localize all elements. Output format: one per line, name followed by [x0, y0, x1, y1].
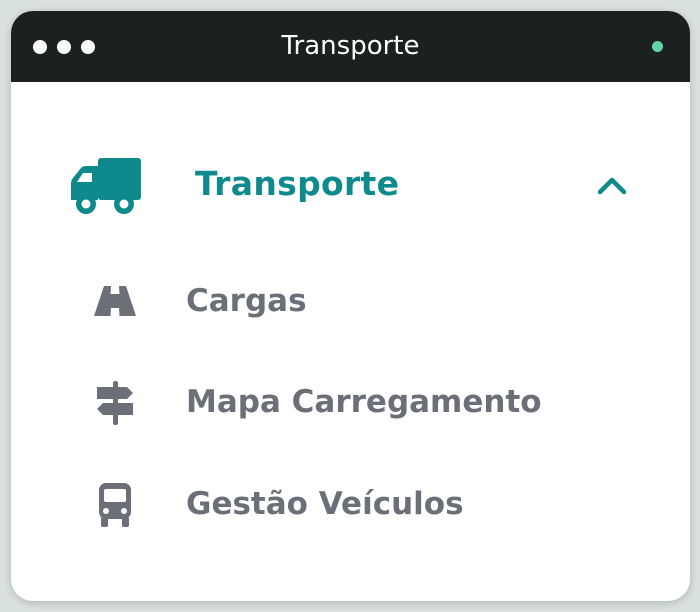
status-indicator: [652, 41, 663, 52]
menu-item-gestao-veiculos[interactable]: Gestão Veículos: [11, 468, 690, 538]
menu-item-label: Cargas: [186, 283, 307, 319]
menu-item-cargas[interactable]: Cargas: [11, 265, 690, 335]
app-window: Transporte Transporte Cargas Mapa Carreg…: [11, 11, 690, 601]
menu-item-label: Mapa Carregamento: [186, 384, 542, 420]
truck-icon: [71, 158, 141, 214]
title-bar: Transporte: [11, 11, 690, 82]
menu-header-label: Transporte: [195, 164, 400, 203]
bus-icon: [99, 483, 131, 527]
menu-header-transporte[interactable]: Transporte: [11, 150, 690, 220]
window-title: Transporte: [281, 31, 420, 61]
menu-item-mapa-carregamento[interactable]: Mapa Carregamento: [11, 366, 690, 436]
signpost-icon: [97, 381, 133, 425]
menu-item-label: Gestão Veículos: [186, 486, 464, 522]
chevron-up-icon[interactable]: [596, 174, 628, 196]
road-icon: [94, 286, 136, 316]
